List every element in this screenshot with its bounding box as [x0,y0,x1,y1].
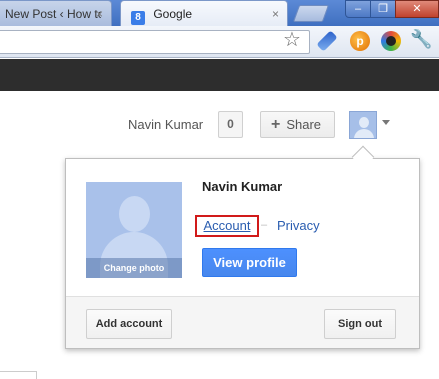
google-bar [0,59,439,91]
new-tab-button[interactable] [292,5,330,22]
notification-count[interactable]: 0 [218,111,243,138]
link-separator: – [261,219,268,231]
minimize-window-button[interactable]: – [345,0,371,18]
tab-label: New Post ‹ How to [5,7,101,21]
tab-google[interactable]: 8 Google × [120,0,288,26]
close-icon[interactable]: × [96,1,103,26]
chevron-down-icon[interactable] [382,120,390,125]
avatar-head [359,117,369,128]
address-bar[interactable] [0,30,310,54]
plus-icon: + [271,116,281,133]
star-icon[interactable]: ☆ [283,28,301,52]
divider [36,371,37,379]
share-label: Share [286,117,322,132]
google-favicon-icon: 8 [131,11,145,25]
tab-label: Google [153,7,193,21]
privacy-link[interactable]: Privacy [277,218,320,233]
user-name[interactable]: Navin Kumar [128,117,203,132]
view-profile-button[interactable]: View profile [202,248,297,277]
photo-head [119,196,150,232]
avatar-body [354,129,374,138]
sign-out-button[interactable]: Sign out [324,309,396,339]
tab-new-post[interactable]: New Post ‹ How to × [0,0,112,26]
browser-toolbar [0,26,439,58]
share-button[interactable]: + Share [260,111,335,138]
divider [0,371,37,372]
add-account-button[interactable]: Add account [86,309,172,339]
maximize-window-button[interactable]: ❐ [370,0,396,18]
account-link[interactable]: Account [195,215,259,237]
color-ring-extension-icon[interactable] [381,31,401,51]
p-extension-icon[interactable]: p [350,31,370,51]
wrench-icon[interactable]: 🔧 [410,29,432,50]
close-icon[interactable]: × [272,1,279,27]
profile-photo[interactable]: Change photo [86,182,182,278]
profile-name: Navin Kumar [202,179,283,194]
change-photo-link[interactable]: Change photo [86,258,182,278]
close-window-button[interactable]: ✕ [395,0,439,18]
avatar[interactable] [349,111,377,139]
